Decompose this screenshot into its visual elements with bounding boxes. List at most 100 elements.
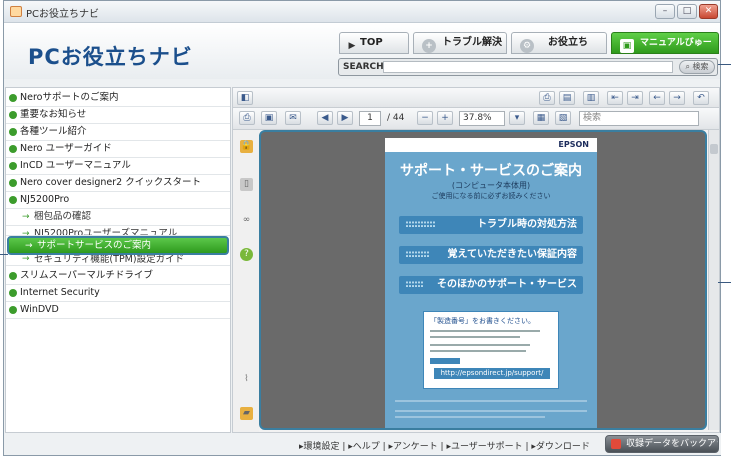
text-line (430, 350, 526, 352)
zoom-out-icon[interactable]: − (417, 111, 433, 125)
sidebar-item-notice[interactable]: 重要なお知らせ (6, 107, 230, 124)
text-line (430, 330, 540, 332)
document-subtitle: (コンピュータ本体用) (451, 181, 531, 190)
zoom-level-select[interactable]: 37.8% (459, 111, 505, 126)
sidebar-item-drive[interactable]: スリムスーパーマルチドライブ (6, 268, 230, 285)
text-line (430, 344, 530, 346)
sidebar-item-label: Nero ユーザーガイド (20, 143, 112, 154)
sidebar-item-tools[interactable]: 各種ツール紹介 (6, 124, 230, 141)
text-line (395, 416, 545, 418)
save-icon[interactable]: ▣ (261, 111, 277, 125)
brand-logo: EPSON (558, 140, 589, 149)
fit-page-icon[interactable]: ▦ (533, 111, 549, 125)
sidebar-item-label: スリムスーパーマルチドライブ (20, 270, 153, 281)
minimize-button[interactable]: – (655, 4, 675, 19)
email-icon[interactable]: ✉ (285, 111, 301, 125)
sidebar-item-windvd[interactable]: WinDVD (6, 302, 230, 319)
sidebar-item-label: NJ5200Pro (20, 194, 70, 205)
backup-button-label: 収録データをバックアップ (626, 439, 718, 449)
back-arrow-icon[interactable]: ← (649, 91, 665, 105)
document-title: サポート・サービスのご案内 (400, 163, 582, 179)
pdf-viewer: ◧ ⎙ ▤ ▥ ⇤ ⇥ ← → ↶ ⎙ ▣ ✉ ◀ ▶ 1 / 44 − + 3… (232, 87, 720, 433)
bookmark-icon[interactable]: ▥ (583, 91, 599, 105)
tab-manual-viewer[interactable]: ▣マニュアルびゅーわ (611, 32, 719, 68)
tab-useful[interactable]: ⚙ お役立ち (511, 32, 607, 54)
sidebar-item-nero-guide[interactable]: Nero ユーザーガイド (6, 141, 230, 158)
pages-icon[interactable]: ▯ (240, 178, 253, 191)
notice-box: 「製造番号」をお書きください。 http://epsondirect.jp/su… (423, 311, 559, 389)
label-box (430, 358, 460, 364)
print-icon[interactable]: ⎙ (239, 111, 255, 125)
first-page-icon[interactable]: ⇤ (607, 91, 623, 105)
sidebar-item-label: 重要なお知らせ (20, 109, 87, 120)
plus-circle-icon: + (422, 39, 436, 53)
comment-icon[interactable]: ▰ (240, 407, 253, 420)
sidebar-item-cover-designer[interactable]: Nero cover designer2 クイックスタート (6, 175, 230, 192)
sidebar-item-label: WinDVD (20, 304, 59, 315)
sidebar-item-label: 梱包品の確認 (34, 211, 92, 222)
vertical-scrollbar[interactable] (708, 130, 719, 430)
section-band: :::::::: 覚えていただきたい保証内容 (399, 246, 583, 264)
sidebar-item-label: Internet Security (20, 287, 100, 298)
notice-title: 「製造番号」をお書きください。 (430, 317, 535, 325)
page-total: / 44 (387, 113, 405, 123)
backup-button[interactable]: 収録データをバックアップ (605, 435, 719, 453)
paperclip-icon[interactable]: ⌇ (240, 373, 253, 386)
arrow-right-icon: → (22, 229, 30, 236)
sidebar-item-label: NJ5200Proユーザーズマニュアル (34, 228, 178, 236)
arrow-right-icon: → (22, 255, 30, 264)
search-input[interactable] (383, 61, 673, 73)
scrollbar-thumb[interactable] (710, 144, 718, 154)
bullet-icon (9, 162, 17, 170)
document-area[interactable]: EPSON サポート・サービスのご案内 (コンピュータ本体用) ご使用になる前に… (259, 130, 707, 430)
tab-trouble[interactable]: + トラブル解決 (413, 32, 507, 54)
bullet-icon (9, 272, 17, 280)
section-band-label: 覚えていただきたい保証内容 (447, 249, 578, 260)
bullet-icon (9, 111, 17, 119)
sidebar-item-user-manual[interactable]: → NJ5200Proユーザーズマニュアル (6, 226, 230, 236)
undo-icon[interactable]: ↶ (693, 91, 709, 105)
fit-width-icon[interactable]: ▧ (555, 111, 571, 125)
sidebar-item-nero-support[interactable]: Neroサポートのご案内 (6, 90, 230, 107)
page-number-input[interactable]: 1 (359, 111, 381, 126)
sidebar-item-nj5200pro[interactable]: NJ5200Pro (6, 192, 230, 209)
section-band-label: そのほかのサポート・サービス (437, 279, 577, 290)
bullet-icon (9, 94, 17, 102)
chevron-down-icon[interactable]: ▾ (509, 111, 525, 125)
print-icon[interactable]: ⎙ (539, 91, 555, 105)
folder-icon[interactable]: ▤ (559, 91, 575, 105)
document-page: EPSON サポート・サービスのご案内 (コンピュータ本体用) ご使用になる前に… (385, 138, 597, 428)
arrow-right-icon: → (25, 241, 33, 251)
app-icon (10, 6, 22, 17)
dotted-pattern: :::::: (405, 279, 424, 290)
search-bar: SEARCH ⌕ 検索 (338, 58, 718, 76)
title-bar: PCお役立ちナビ – □ ✕ (4, 1, 720, 23)
sidebar-item-incd-manual[interactable]: InCD ユーザーマニュアル (6, 158, 230, 175)
footer-links[interactable]: ▸環境設定 | ▸ヘルプ | ▸アンケート | ▸ユーザーサポート | ▸ダウン… (299, 439, 590, 452)
lock-icon[interactable]: 🔒 (240, 140, 253, 153)
callout-line (718, 64, 731, 65)
prev-page-icon[interactable]: ◀ (317, 111, 333, 125)
last-page-icon[interactable]: ⇥ (627, 91, 643, 105)
bullet-icon (9, 179, 17, 187)
forward-arrow-icon[interactable]: → (669, 91, 685, 105)
next-page-icon[interactable]: ▶ (337, 111, 353, 125)
close-button[interactable]: ✕ (699, 4, 718, 19)
maximize-button[interactable]: □ (677, 4, 697, 19)
text-line (430, 336, 520, 338)
zoom-in-icon[interactable]: + (437, 111, 453, 125)
binoculars-icon[interactable]: ∞ (240, 214, 253, 227)
viewer-search-input[interactable]: 検索 (579, 111, 699, 126)
viewer-toolbar-top: ◧ ⎙ ▤ ▥ ⇤ ⇥ ← → ↶ (233, 88, 719, 108)
tab-top[interactable]: ▶ TOP (339, 32, 409, 54)
sidebar-item-package-check[interactable]: → 梱包品の確認 (6, 209, 230, 226)
help-icon[interactable]: ? (240, 248, 253, 261)
sidebar-toggle-icon[interactable]: ◧ (237, 91, 253, 105)
text-line (395, 410, 587, 412)
sidebar-item-internet-security[interactable]: Internet Security (6, 285, 230, 302)
document-note: ご使用になる前に必ずお読みください (431, 192, 551, 200)
search-button[interactable]: ⌕ 検索 (679, 60, 715, 74)
sidebar-item-tpm-guide[interactable]: → セキュリティ機能(TPM)設定ガイド (6, 255, 230, 266)
sidebar-item-support-service[interactable]: → サポートサービスのご案内 (7, 236, 229, 255)
bullet-icon (9, 145, 17, 153)
